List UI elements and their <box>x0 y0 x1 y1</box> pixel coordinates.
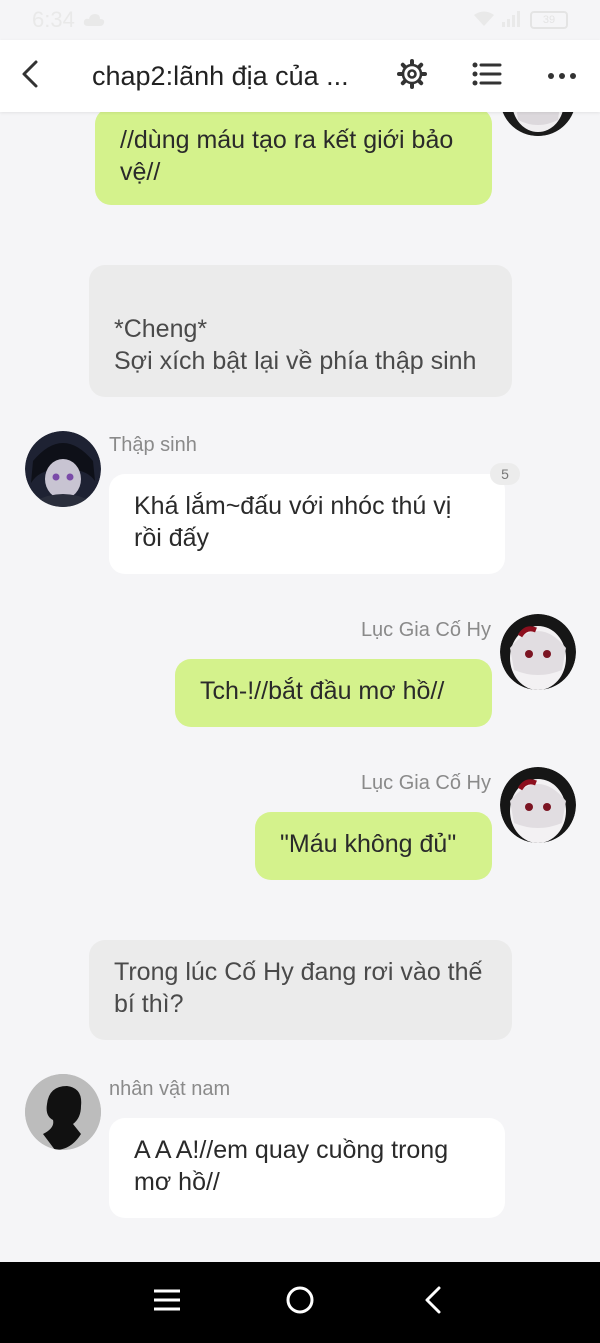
message-bubble[interactable]: Khá lắm~đấu với nhóc thú vị rồi đấy <box>109 474 505 574</box>
back-icon <box>20 59 40 94</box>
signal-icon <box>502 7 522 33</box>
reaction-badge[interactable]: 5 <box>490 463 520 485</box>
message-text: A A A!//em quay cuồng trong mơ hồ// <box>134 1136 449 1196</box>
narration-text: Trong lúc Cố Hy đang rơi vào thế bí thì? <box>114 958 483 1018</box>
page-title: chap2:lãnh địa của ... <box>92 61 349 91</box>
message-bubble[interactable]: "Máu không đủ" <box>255 812 492 880</box>
sender-name: Lục Gia Cố Hy <box>360 772 491 794</box>
message-bubble[interactable]: //dùng máu tạo ra kết giới bảo vệ// <box>95 108 492 205</box>
message-bubble[interactable]: A A A!//em quay cuồng trong mơ hồ// <box>109 1118 505 1218</box>
narration-bubble[interactable]: *Cheng* Sợi xích bật lại về phía thập si… <box>89 265 512 397</box>
app-header: chap2:lãnh địa của ... <box>0 40 600 112</box>
avatar[interactable] <box>500 767 576 843</box>
back-button[interactable] <box>10 40 50 112</box>
message-text: //dùng máu tạo ra kết giới bảo vệ// <box>120 126 454 186</box>
menu-icon <box>153 1289 181 1316</box>
settings-button[interactable] <box>392 40 432 112</box>
more-button[interactable] <box>542 40 582 112</box>
avatar[interactable] <box>500 614 576 690</box>
narration-bubble[interactable]: Trong lúc Cố Hy đang rơi vào thế bí thì? <box>89 940 512 1040</box>
list-button[interactable] <box>467 40 507 112</box>
nav-back-icon <box>423 1285 443 1320</box>
avatar[interactable] <box>25 431 101 507</box>
menu-button[interactable] <box>142 1278 192 1328</box>
cloud-icon <box>83 7 105 33</box>
wifi-icon <box>474 7 494 33</box>
more-icon <box>547 67 577 85</box>
message-text: Tch-!//bắt đầu mơ hồ// <box>200 677 445 705</box>
sender-name: Thập sinh <box>109 434 197 456</box>
home-icon <box>285 1285 315 1320</box>
status-time: 6:34 <box>32 7 75 32</box>
status-bar: 6:34 39 <box>0 0 600 40</box>
nav-back-button[interactable] <box>408 1278 458 1328</box>
battery-icon: 39 <box>530 11 568 29</box>
gear-icon <box>397 58 427 94</box>
system-nav-bar <box>0 1262 600 1343</box>
chat-area[interactable]: //dùng máu tạo ra kết giới bảo vệ// *Che… <box>0 0 600 1262</box>
sender-name: Lục Gia Cố Hy <box>360 619 491 641</box>
list-icon <box>472 61 502 92</box>
narration-text: *Cheng* Sợi xích bật lại về phía thập si… <box>114 315 477 375</box>
sender-name: nhân vật nam <box>109 1078 231 1100</box>
message-bubble[interactable]: Tch-!//bắt đầu mơ hồ// <box>175 659 492 727</box>
message-text: Khá lắm~đấu với nhóc thú vị rồi đấy <box>134 492 452 552</box>
message-text: "Máu không đủ" <box>280 830 457 858</box>
avatar[interactable] <box>25 1074 101 1150</box>
home-button[interactable] <box>275 1278 325 1328</box>
